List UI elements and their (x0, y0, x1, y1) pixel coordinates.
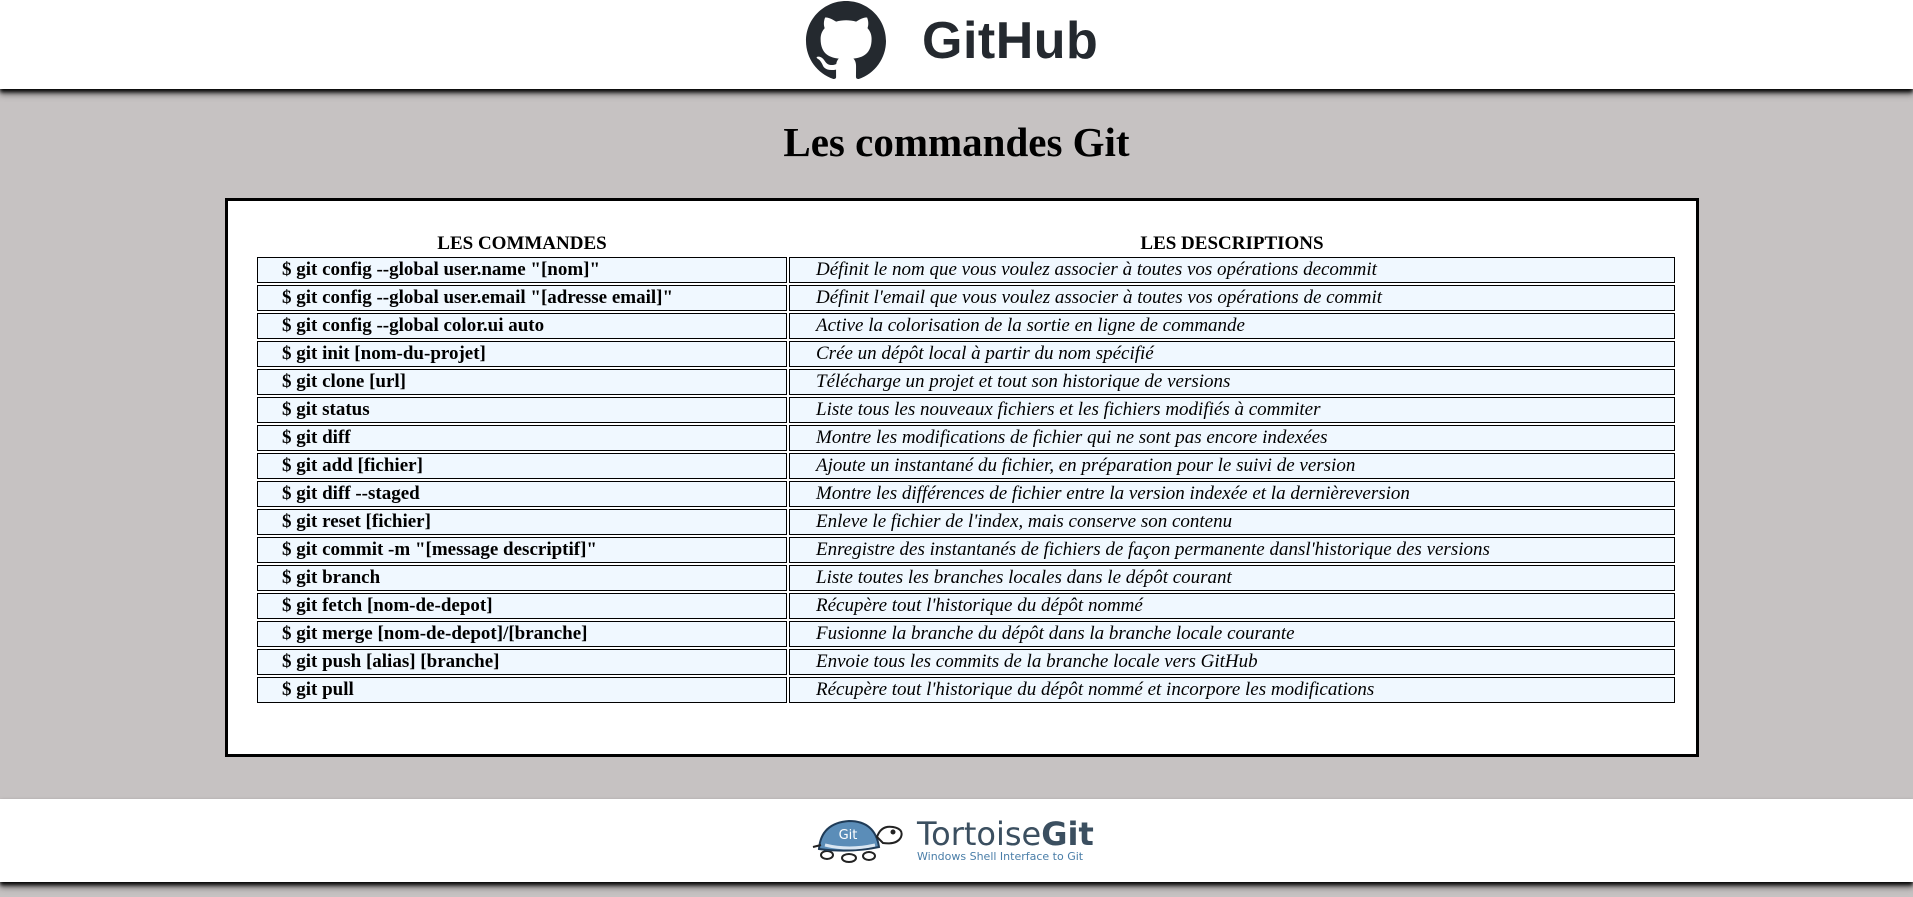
github-logo[interactable]: GitHub (792, 0, 1098, 82)
description-cell: Ajoute un instantané du fichier, en prép… (789, 453, 1675, 479)
page-title: Les commandes Git (783, 119, 1130, 165)
table-body: $ git config --global user.name "[nom]" D… (257, 257, 1675, 703)
tortoisegit-name: TortoiseGit (917, 818, 1094, 850)
description-cell: Active la colorisation de la sortie en l… (789, 313, 1675, 339)
table-row: $ git diff --staged Montre les différence… (257, 481, 1675, 507)
description-cell: Définit le nom que vous voulez associer … (789, 257, 1675, 283)
command-cell: $ git reset [fichier] (257, 509, 787, 535)
column-header-commands: LES COMMANDES (437, 233, 607, 254)
command-cell: $ git diff (257, 425, 787, 451)
table-row: $ git config --global user.email "[adres… (257, 285, 1675, 311)
description-cell: Récupère tout l'historique du dépôt nomm… (789, 593, 1675, 619)
table-row: $ git add [fichier] Ajoute un instantané … (257, 453, 1675, 479)
tortoisegit-name-bold: Git (1041, 815, 1094, 853)
tortoisegit-logo[interactable]: Git TortoiseGit Windows Shell Interface … (811, 815, 1094, 865)
table-header-row: LES COMMANDES LES DESCRIPTIONS (257, 230, 1675, 255)
commands-table: LES COMMANDES LES DESCRIPTIONS $ git con… (255, 228, 1677, 705)
site-footer: Git TortoiseGit Windows Shell Interface … (0, 799, 1913, 882)
description-cell: Crée un dépôt local à partir du nom spéc… (789, 341, 1675, 367)
description-cell: Récupère tout l'historique du dépôt nomm… (789, 677, 1675, 703)
tortoisegit-name-prefix: Tortoise (917, 815, 1042, 853)
description-cell: Envoie tous les commits de la branche lo… (789, 649, 1675, 675)
command-cell: $ git branch (257, 565, 787, 591)
tortoisegit-wordmark: TortoiseGit Windows Shell Interface to G… (917, 818, 1094, 862)
command-cell: $ git push [alias] [branche] (257, 649, 787, 675)
table-row: $ git merge [nom-de-depot]/[branche] Fusi… (257, 621, 1675, 647)
description-cell: Enregistre des instantanés de fichiers d… (789, 537, 1675, 563)
command-cell: $ git config --global color.ui auto (257, 313, 787, 339)
command-cell: $ git clone [url] (257, 369, 787, 395)
table-row: $ git config --global user.name "[nom]" D… (257, 257, 1675, 283)
column-header-descriptions: LES DESCRIPTIONS (1140, 233, 1324, 254)
command-cell: $ git fetch [nom-de-depot] (257, 593, 787, 619)
turtle-badge-text: Git (839, 828, 858, 843)
table-row: $ git status Liste tous les nouveaux fich… (257, 397, 1675, 423)
table-row: $ git config --global color.ui auto Activ… (257, 313, 1675, 339)
github-octocat-icon (806, 1, 886, 80)
tortoisegit-tagline: Windows Shell Interface to Git (917, 850, 1084, 863)
site-header: GitHub (0, 0, 1913, 89)
description-cell: Fusionne la branche du dépôt dans la bra… (789, 621, 1675, 647)
table-row: $ git fetch [nom-de-depot] Récupère tout … (257, 593, 1675, 619)
command-cell: $ git config --global user.email "[adres… (257, 285, 787, 311)
description-cell: Montre les modifications de fichier qui … (789, 425, 1675, 451)
description-cell: Montre les différences de fichier entre … (789, 481, 1675, 507)
command-cell: $ git pull (257, 677, 787, 703)
command-cell: $ git commit -m "[message descriptif]" (257, 537, 787, 563)
table-row: $ git reset [fichier] Enleve le fichier d… (257, 509, 1675, 535)
table-row: $ git clone [url] Télécharge un projet et… (257, 369, 1675, 395)
table-row: $ git branch Liste toutes les branches lo… (257, 565, 1675, 591)
tortoisegit-turtle-icon: Git (812, 819, 903, 863)
description-cell: Liste tous les nouveaux fichiers et les … (789, 397, 1675, 423)
table-row: $ git init [nom-du-projet] Crée un dépôt … (257, 341, 1675, 367)
table-row: $ git push [alias] [branche] Envoie tous … (257, 649, 1675, 675)
command-cell: $ git status (257, 397, 787, 423)
command-cell: $ git add [fichier] (257, 453, 787, 479)
command-cell: $ git config --global user.name "[nom]" (257, 257, 787, 283)
description-cell: Télécharge un projet et tout son histori… (789, 369, 1675, 395)
description-cell: Définit l'email que vous voulez associer… (789, 285, 1675, 311)
command-cell: $ git merge [nom-de-depot]/[branche] (257, 621, 787, 647)
commands-card: LES COMMANDES LES DESCRIPTIONS $ git con… (225, 198, 1699, 757)
command-cell: $ git diff --staged (257, 481, 787, 507)
table-row: $ git diff Montre les modifications de fi… (257, 425, 1675, 451)
description-cell: Liste toutes les branches locales dans l… (789, 565, 1675, 591)
table-row: $ git commit -m "[message descriptif]" En… (257, 537, 1675, 563)
description-cell: Enleve le fichier de l'index, mais conse… (789, 509, 1675, 535)
command-cell: $ git init [nom-du-projet] (257, 341, 787, 367)
table-row: $ git pull Récupère tout l'historique du … (257, 677, 1675, 703)
github-logo-text: GitHub (922, 12, 1099, 70)
